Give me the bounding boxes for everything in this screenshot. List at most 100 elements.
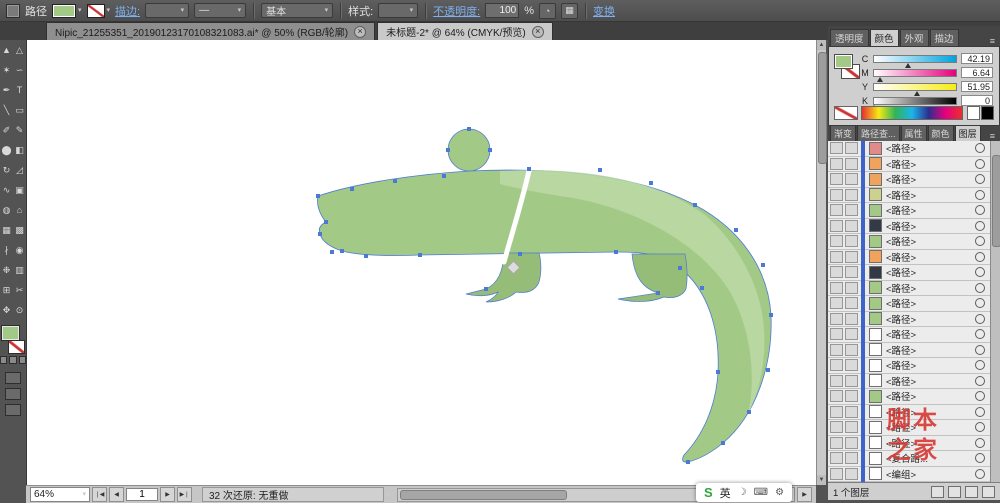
- lock-toggle[interactable]: [845, 173, 858, 185]
- artboard-tool[interactable]: ⊞: [0, 280, 13, 300]
- paintbrush-tool[interactable]: ✐: [0, 120, 13, 140]
- layer-row[interactable]: <路径>: [828, 219, 990, 235]
- lock-toggle[interactable]: [845, 390, 858, 402]
- document-tab-untitled[interactable]: 未标题-2* @ 64% (CMYK/预览) ×: [377, 22, 553, 40]
- panel-menu-icon[interactable]: ≡: [987, 36, 998, 46]
- channel-slider-Y[interactable]: [873, 83, 957, 91]
- visibility-toggle[interactable]: [830, 313, 843, 325]
- slider-thumb[interactable]: [914, 91, 920, 96]
- crocodile-back-leg[interactable]: [618, 254, 687, 301]
- target-circle-icon[interactable]: [975, 298, 985, 308]
- scrollbar-thumb[interactable]: [992, 155, 1000, 247]
- visibility-toggle[interactable]: [830, 282, 843, 294]
- layer-row[interactable]: <路径>: [828, 141, 990, 157]
- layer-row[interactable]: <路径>: [828, 234, 990, 250]
- visibility-toggle[interactable]: [830, 468, 843, 480]
- target-circle-icon[interactable]: [975, 345, 985, 355]
- scale-tool[interactable]: ◿: [13, 160, 26, 180]
- visibility-toggle[interactable]: [830, 173, 843, 185]
- visibility-toggle[interactable]: [830, 375, 843, 387]
- opacity-input[interactable]: [485, 3, 519, 18]
- layer-row[interactable]: <路径>: [828, 343, 990, 359]
- layer-row[interactable]: <路径>: [828, 250, 990, 266]
- target-circle-icon[interactable]: [975, 376, 985, 386]
- panel-tab-b-1[interactable]: 渐变: [830, 125, 856, 141]
- hand-tool[interactable]: ✥: [0, 300, 13, 320]
- sogou-logo-icon[interactable]: S: [704, 485, 713, 500]
- lock-toggle[interactable]: [845, 344, 858, 356]
- lock-toggle[interactable]: [845, 297, 858, 309]
- scrollbar-thumb[interactable]: [400, 490, 567, 500]
- panel-tab-3[interactable]: 外观: [900, 29, 929, 46]
- channel-slider-M[interactable]: [873, 69, 957, 77]
- gradient-tool[interactable]: ▩: [13, 220, 26, 240]
- toolbox-icon[interactable]: ⚙: [775, 487, 784, 498]
- lock-toggle[interactable]: [845, 375, 858, 387]
- visibility-toggle[interactable]: [830, 189, 843, 201]
- target-circle-icon[interactable]: [975, 143, 985, 153]
- align-grid-icon[interactable]: ▦: [561, 3, 578, 19]
- target-circle-icon[interactable]: [975, 236, 985, 246]
- fill-stroke-indicator[interactable]: [1, 326, 25, 354]
- blend-tool[interactable]: ◉: [13, 240, 26, 260]
- keyboard-icon[interactable]: ⌨: [754, 487, 768, 498]
- lock-toggle[interactable]: [845, 235, 858, 247]
- width-profile-dropdown[interactable]: —▾: [194, 3, 246, 18]
- visibility-toggle[interactable]: [830, 251, 843, 263]
- perspective-grid-tool[interactable]: ⌂: [13, 200, 26, 220]
- scroll-right-icon[interactable]: ▶: [797, 487, 812, 502]
- mesh-tool[interactable]: ▦: [0, 220, 13, 240]
- target-circle-icon[interactable]: [975, 159, 985, 169]
- layer-row[interactable]: <路径>: [828, 374, 990, 390]
- last-artboard-button[interactable]: ▶❘: [177, 487, 192, 502]
- artboard-number-input[interactable]: [126, 488, 158, 501]
- lock-toggle[interactable]: [845, 437, 858, 449]
- lock-toggle[interactable]: [845, 251, 858, 263]
- lock-toggle[interactable]: [845, 421, 858, 433]
- panel-tab-1[interactable]: 透明度: [830, 29, 869, 46]
- panel-tab-2[interactable]: 颜色: [870, 29, 899, 46]
- channel-value-C[interactable]: 42.19: [961, 53, 993, 64]
- visibility-toggle[interactable]: [830, 204, 843, 216]
- panel-tab-b-4[interactable]: 颜色: [928, 125, 954, 141]
- layer-row[interactable]: <路径>: [828, 265, 990, 281]
- pencil-tool[interactable]: ✎: [13, 120, 26, 140]
- visibility-toggle[interactable]: [830, 359, 843, 371]
- make-mask-icon[interactable]: [931, 486, 944, 498]
- channel-value-K[interactable]: 0: [961, 95, 993, 106]
- visibility-toggle[interactable]: [830, 235, 843, 247]
- layer-row[interactable]: <路径>: [828, 327, 990, 343]
- draw-normal-mode-button[interactable]: [5, 372, 21, 384]
- selection-tool[interactable]: ▲: [0, 40, 13, 60]
- eraser-tool[interactable]: ◧: [13, 140, 26, 160]
- delete-layer-icon[interactable]: [982, 486, 995, 498]
- lock-toggle[interactable]: [845, 452, 858, 464]
- vertical-scrollbar[interactable]: ▲ ▼: [816, 40, 826, 485]
- fill-indicator[interactable]: [2, 326, 19, 340]
- rectangle-tool[interactable]: ▭: [13, 100, 26, 120]
- channel-value-Y[interactable]: 51.95: [961, 81, 993, 92]
- panel-tab-b-2[interactable]: 路径查...: [857, 125, 900, 141]
- lock-toggle[interactable]: [845, 328, 858, 340]
- layer-row[interactable]: <路径>: [828, 389, 990, 405]
- width-tool[interactable]: ∿: [0, 180, 13, 200]
- visibility-toggle[interactable]: [830, 142, 843, 154]
- target-circle-icon[interactable]: [975, 221, 985, 231]
- lock-toggle[interactable]: [845, 220, 858, 232]
- target-circle-icon[interactable]: [975, 391, 985, 401]
- previous-artboard-button[interactable]: ◀: [109, 487, 124, 502]
- lock-toggle[interactable]: [845, 359, 858, 371]
- lock-toggle[interactable]: [845, 204, 858, 216]
- visibility-toggle[interactable]: [830, 421, 843, 433]
- visibility-toggle[interactable]: [830, 266, 843, 278]
- visibility-toggle[interactable]: [830, 297, 843, 309]
- zoom-dropdown[interactable]: 64% ▾: [30, 487, 90, 502]
- zoom-tool[interactable]: ⊙: [13, 300, 26, 320]
- screen-mode-button[interactable]: [5, 404, 21, 416]
- target-circle-icon[interactable]: [975, 283, 985, 293]
- blob-brush-tool[interactable]: ⬤: [0, 140, 13, 160]
- visibility-toggle[interactable]: [830, 452, 843, 464]
- target-circle-icon[interactable]: [975, 190, 985, 200]
- target-circle-icon[interactable]: [975, 407, 985, 417]
- status-indicator[interactable]: 32 次还原: 无重做: [202, 487, 384, 502]
